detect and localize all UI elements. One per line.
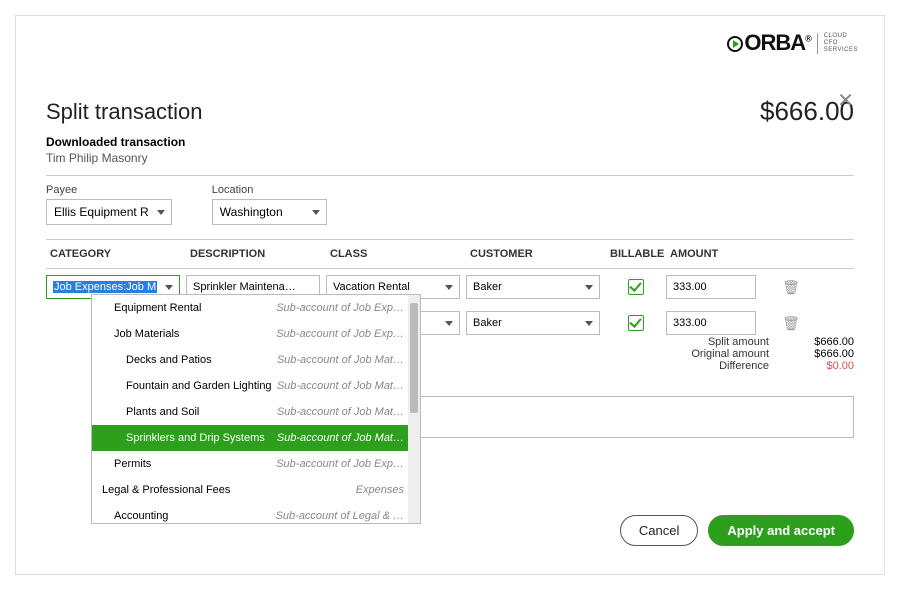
chevron-down-icon bbox=[165, 285, 173, 290]
apply-button[interactable]: Apply and accept bbox=[708, 515, 854, 546]
payee-select[interactable]: Ellis Equipment R bbox=[46, 199, 172, 225]
col-amount: AMOUNT bbox=[666, 240, 776, 268]
dropdown-item[interactable]: PermitsSub-account of Job Exp… bbox=[92, 451, 420, 477]
billable-checkbox[interactable] bbox=[628, 315, 644, 331]
brand-logo: ORBA® CLOUD CFO SERVICES bbox=[727, 30, 858, 56]
location-select[interactable]: Washington bbox=[212, 199, 327, 225]
dropdown-item[interactable]: Sprinklers and Drip SystemsSub-account o… bbox=[92, 425, 420, 451]
payee-label: Payee bbox=[46, 184, 172, 196]
billable-checkbox[interactable] bbox=[628, 279, 644, 295]
totals-block: Split amount$666.00 Original amount$666.… bbox=[669, 336, 854, 372]
col-description: DESCRIPTION bbox=[186, 240, 326, 268]
dropdown-item[interactable]: Legal & Professional FeesExpenses bbox=[92, 477, 420, 503]
dropdown-item[interactable]: Plants and SoilSub-account of Job Mat… bbox=[92, 399, 420, 425]
chevron-down-icon bbox=[312, 210, 320, 215]
chevron-down-icon bbox=[157, 210, 165, 215]
cancel-button[interactable]: Cancel bbox=[620, 515, 698, 546]
dropdown-item[interactable]: Equipment RentalSub-account of Job Exp… bbox=[92, 295, 420, 321]
close-icon[interactable]: ✕ bbox=[837, 88, 854, 113]
customer-select[interactable]: Baker bbox=[466, 311, 600, 335]
dropdown-item[interactable]: AccountingSub-account of Legal & … bbox=[92, 503, 420, 524]
chevron-down-icon bbox=[585, 285, 593, 290]
col-class: CLASS bbox=[326, 240, 466, 268]
amount-input[interactable] bbox=[666, 275, 756, 299]
section-subhead: Downloaded transaction bbox=[46, 135, 854, 149]
chevron-down-icon bbox=[445, 321, 453, 326]
vendor-name: Tim Philip Masonry bbox=[46, 151, 854, 165]
col-category: CATEGORY bbox=[46, 240, 186, 268]
col-billable: BILLABLE bbox=[606, 240, 666, 268]
delete-row-icon[interactable]: 🗑 bbox=[776, 279, 806, 296]
dropdown-item[interactable]: Fountain and Garden LightingSub-account … bbox=[92, 373, 420, 399]
chevron-down-icon bbox=[585, 321, 593, 326]
dropdown-item[interactable]: Job MaterialsSub-account of Job Exp… bbox=[92, 321, 420, 347]
category-dropdown[interactable]: Equipment RentalSub-account of Job Exp…J… bbox=[91, 294, 421, 524]
memo-textarea[interactable] bbox=[414, 396, 854, 438]
amount-input[interactable] bbox=[666, 311, 756, 335]
delete-row-icon[interactable]: 🗑 bbox=[776, 315, 806, 332]
location-label: Location bbox=[212, 184, 327, 196]
customer-select[interactable]: Baker bbox=[466, 275, 600, 299]
chevron-down-icon bbox=[445, 285, 453, 290]
page-title: Split transaction bbox=[46, 99, 203, 125]
col-customer: CUSTOMER bbox=[466, 240, 606, 268]
dropdown-item[interactable]: Decks and PatiosSub-account of Job Mat… bbox=[92, 347, 420, 373]
brand-tagline: CLOUD CFO SERVICES bbox=[817, 33, 858, 54]
scrollbar[interactable] bbox=[408, 295, 420, 523]
